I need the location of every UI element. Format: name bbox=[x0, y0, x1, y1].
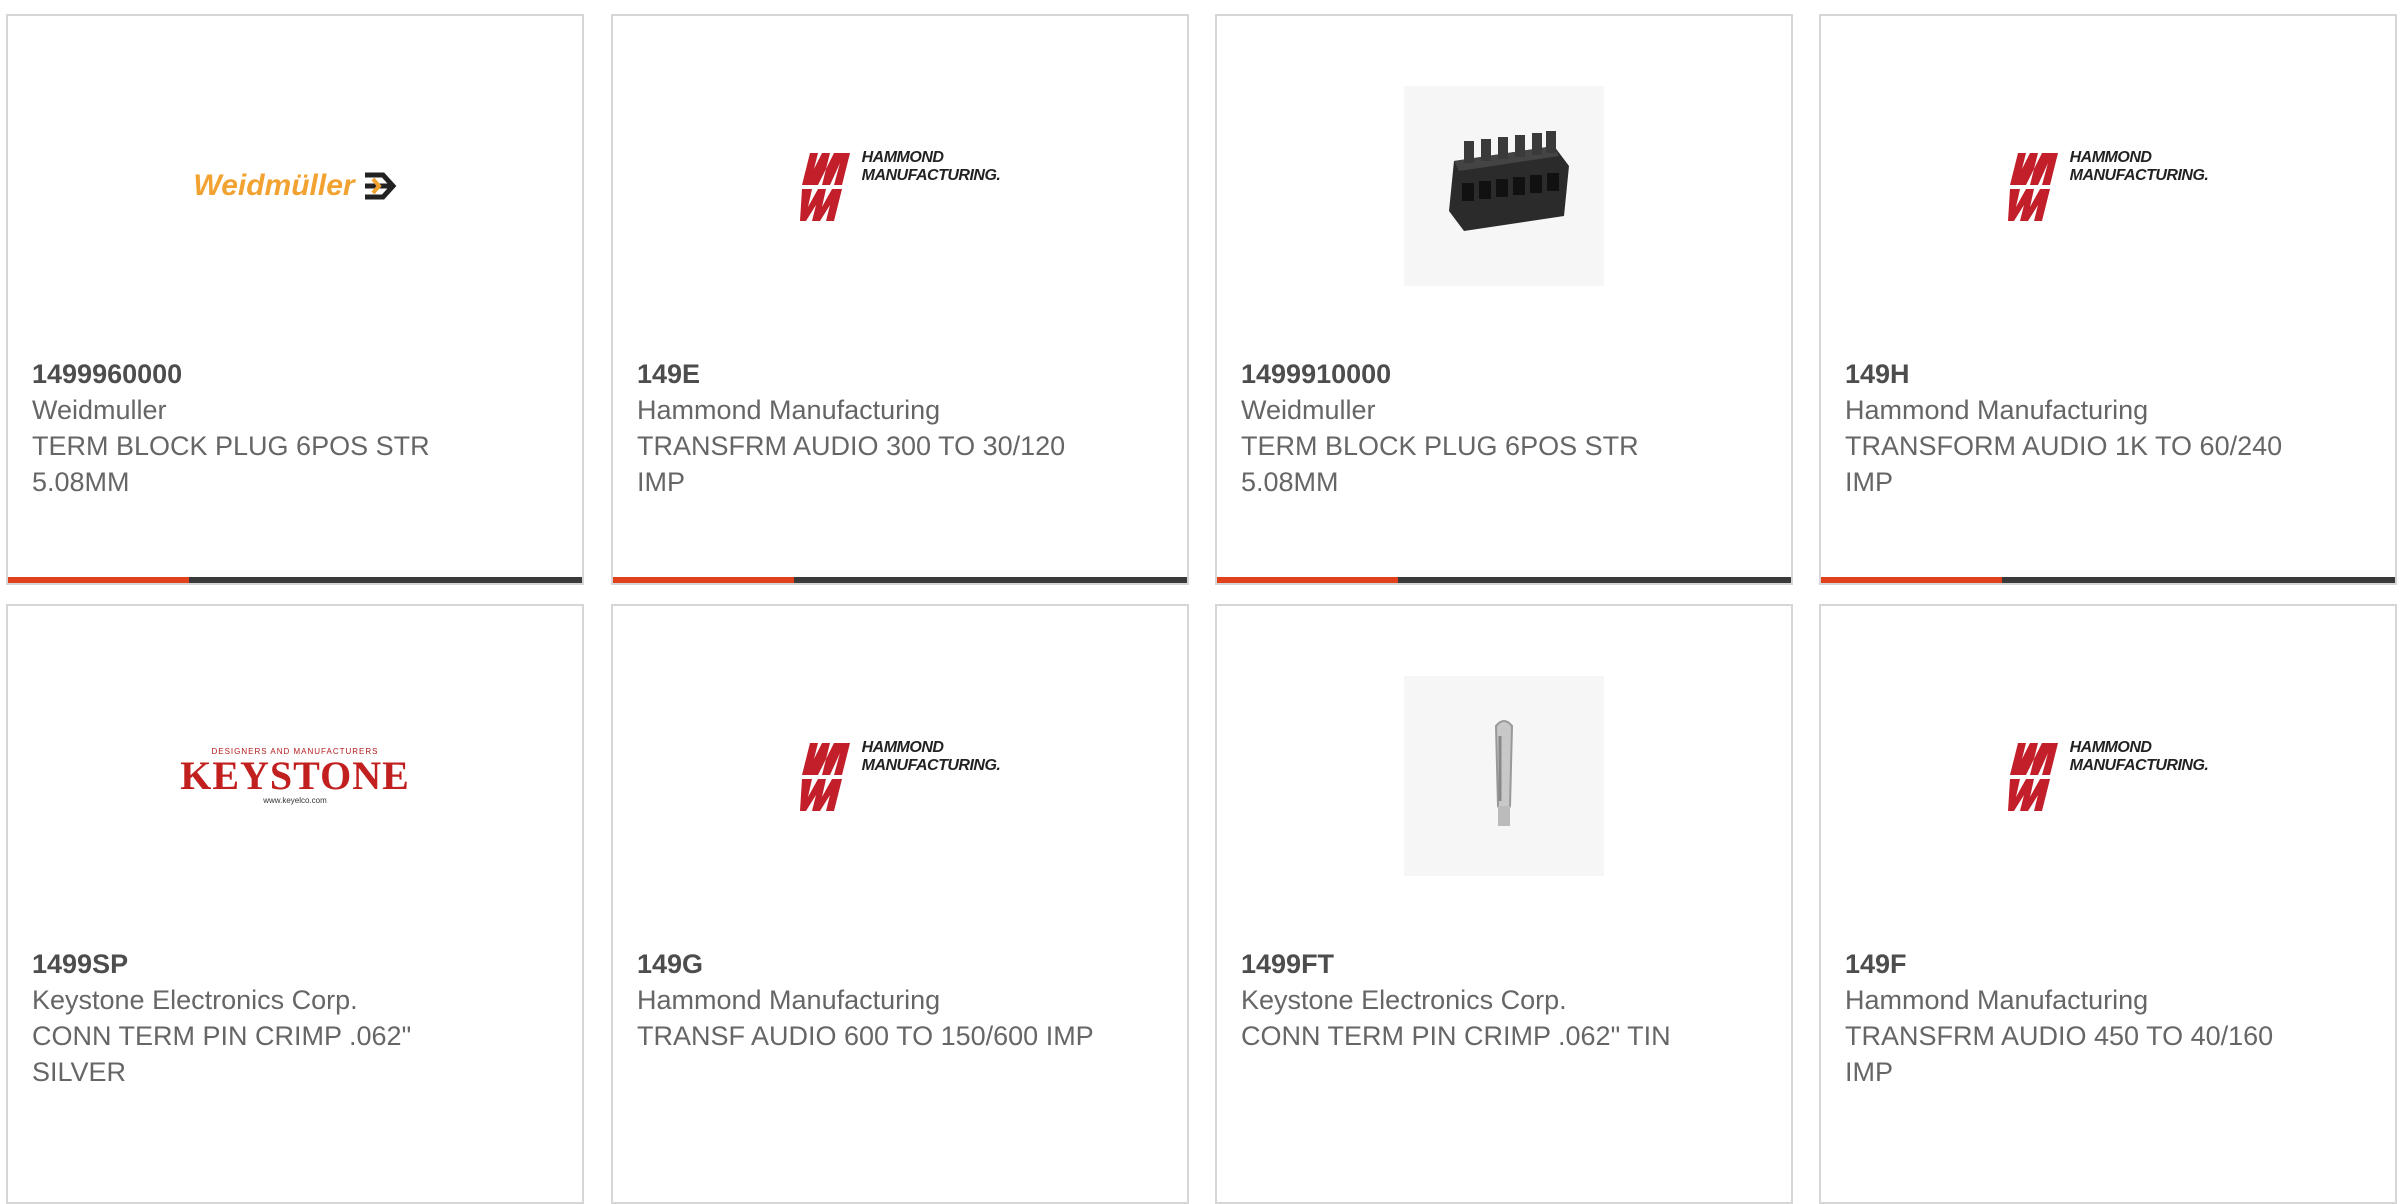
terminal-block-photo bbox=[1404, 86, 1604, 286]
product-info: 149G Hammond Manufacturing TRANSF AUDIO … bbox=[637, 946, 1163, 1054]
product-image[interactable]: HAMMOND MANUFACTURING. bbox=[613, 56, 1187, 316]
product-card[interactable]: 1499FT Keystone Electronics Corp. CONN T… bbox=[1215, 604, 1793, 1204]
hammond-mark-icon bbox=[799, 153, 850, 221]
weidmuller-symbol-icon bbox=[364, 172, 396, 200]
hammond-mark-icon bbox=[799, 743, 850, 811]
part-number[interactable]: 1499FT bbox=[1241, 946, 1767, 982]
product-grid: Weidmüller 1499960000 Weidmuller TERM BL… bbox=[0, 0, 2400, 1204]
product-description: TRANSFRM AUDIO 450 TO 40/160 IMP bbox=[1845, 1021, 2274, 1087]
manufacturer-name: Hammond Manufacturing bbox=[1845, 395, 2149, 425]
crimp-pin-icon bbox=[1494, 720, 1514, 826]
keystone-logo: DESIGNERS AND MANUFACTURERS KEYSTONE www… bbox=[180, 747, 410, 805]
product-info: 1499FT Keystone Electronics Corp. CONN T… bbox=[1241, 946, 1767, 1054]
hammond-logo: HAMMOND MANUFACTURING. bbox=[799, 149, 1001, 223]
product-image[interactable]: HAMMOND MANUFACTURING. bbox=[613, 646, 1187, 906]
manufacturer-name: Weidmuller bbox=[1241, 395, 1376, 425]
manufacturer-name: Keystone Electronics Corp. bbox=[32, 985, 358, 1015]
hammond-mark-icon bbox=[2007, 153, 2058, 221]
part-number[interactable]: 149E bbox=[637, 356, 1163, 392]
part-number[interactable]: 149H bbox=[1845, 356, 2371, 392]
manufacturer-name: Hammond Manufacturing bbox=[1845, 985, 2149, 1015]
product-image[interactable]: HAMMOND MANUFACTURING. bbox=[1821, 56, 2395, 316]
hammond-mark-icon bbox=[2007, 743, 2058, 811]
manufacturer-name: Hammond Manufacturing bbox=[637, 395, 941, 425]
product-info: 1499960000 Weidmuller TERM BLOCK PLUG 6P… bbox=[32, 356, 558, 500]
card-accent-bar bbox=[8, 577, 582, 583]
product-image[interactable]: DESIGNERS AND MANUFACTURERS KEYSTONE www… bbox=[8, 646, 582, 906]
product-description: TRANSFRM AUDIO 300 TO 30/120 IMP bbox=[637, 431, 1066, 497]
product-card[interactable]: HAMMOND MANUFACTURING. 149F Hammond Manu… bbox=[1819, 604, 2397, 1204]
terminal-block-icon bbox=[1449, 131, 1569, 231]
part-number[interactable]: 149F bbox=[1845, 946, 2371, 982]
hammond-logo: HAMMOND MANUFACTURING. bbox=[2007, 149, 2209, 223]
hammond-logo: HAMMOND MANUFACTURING. bbox=[2007, 739, 2209, 813]
product-description: TRANSFORM AUDIO 1K TO 60/240 IMP bbox=[1845, 431, 2283, 497]
crimp-pin-photo bbox=[1404, 676, 1604, 876]
product-info: 1499910000 Weidmuller TERM BLOCK PLUG 6P… bbox=[1241, 356, 1767, 500]
product-card[interactable]: HAMMOND MANUFACTURING. 149E Hammond Manu… bbox=[611, 14, 1189, 585]
product-info: 1499SP Keystone Electronics Corp. CONN T… bbox=[32, 946, 558, 1090]
product-image[interactable] bbox=[1217, 646, 1791, 906]
part-number[interactable]: 1499960000 bbox=[32, 356, 558, 392]
product-card[interactable]: DESIGNERS AND MANUFACTURERS KEYSTONE www… bbox=[6, 604, 584, 1204]
card-accent-bar bbox=[1821, 577, 2395, 583]
manufacturer-name: Weidmuller bbox=[32, 395, 167, 425]
product-card[interactable]: 1499910000 Weidmuller TERM BLOCK PLUG 6P… bbox=[1215, 14, 1793, 585]
product-description: CONN TERM PIN CRIMP .062" TIN bbox=[1241, 1021, 1671, 1051]
product-info: 149F Hammond Manufacturing TRANSFRM AUDI… bbox=[1845, 946, 2371, 1090]
product-info: 149H Hammond Manufacturing TRANSFORM AUD… bbox=[1845, 356, 2371, 500]
weidmuller-logo: Weidmüller bbox=[193, 169, 396, 203]
product-description: CONN TERM PIN CRIMP .062" SILVER bbox=[32, 1021, 412, 1087]
card-accent-bar bbox=[613, 577, 1187, 583]
product-card[interactable]: HAMMOND MANUFACTURING. 149G Hammond Manu… bbox=[611, 604, 1189, 1204]
product-description: TERM BLOCK PLUG 6POS STR 5.08MM bbox=[32, 431, 430, 497]
part-number[interactable]: 1499910000 bbox=[1241, 356, 1767, 392]
product-info: 149E Hammond Manufacturing TRANSFRM AUDI… bbox=[637, 356, 1163, 500]
manufacturer-name: Hammond Manufacturing bbox=[637, 985, 941, 1015]
part-number[interactable]: 1499SP bbox=[32, 946, 558, 982]
product-description: TERM BLOCK PLUG 6POS STR 5.08MM bbox=[1241, 431, 1639, 497]
card-accent-bar bbox=[1217, 577, 1791, 583]
manufacturer-name: Keystone Electronics Corp. bbox=[1241, 985, 1567, 1015]
hammond-logo: HAMMOND MANUFACTURING. bbox=[799, 739, 1001, 813]
product-card[interactable]: HAMMOND MANUFACTURING. 149H Hammond Manu… bbox=[1819, 14, 2397, 585]
product-image[interactable]: HAMMOND MANUFACTURING. bbox=[1821, 646, 2395, 906]
part-number[interactable]: 149G bbox=[637, 946, 1163, 982]
product-image[interactable] bbox=[1217, 56, 1791, 316]
product-image[interactable]: Weidmüller bbox=[8, 56, 582, 316]
product-description: TRANSF AUDIO 600 TO 150/600 IMP bbox=[637, 1021, 1094, 1051]
product-card[interactable]: Weidmüller 1499960000 Weidmuller TERM BL… bbox=[6, 14, 584, 585]
